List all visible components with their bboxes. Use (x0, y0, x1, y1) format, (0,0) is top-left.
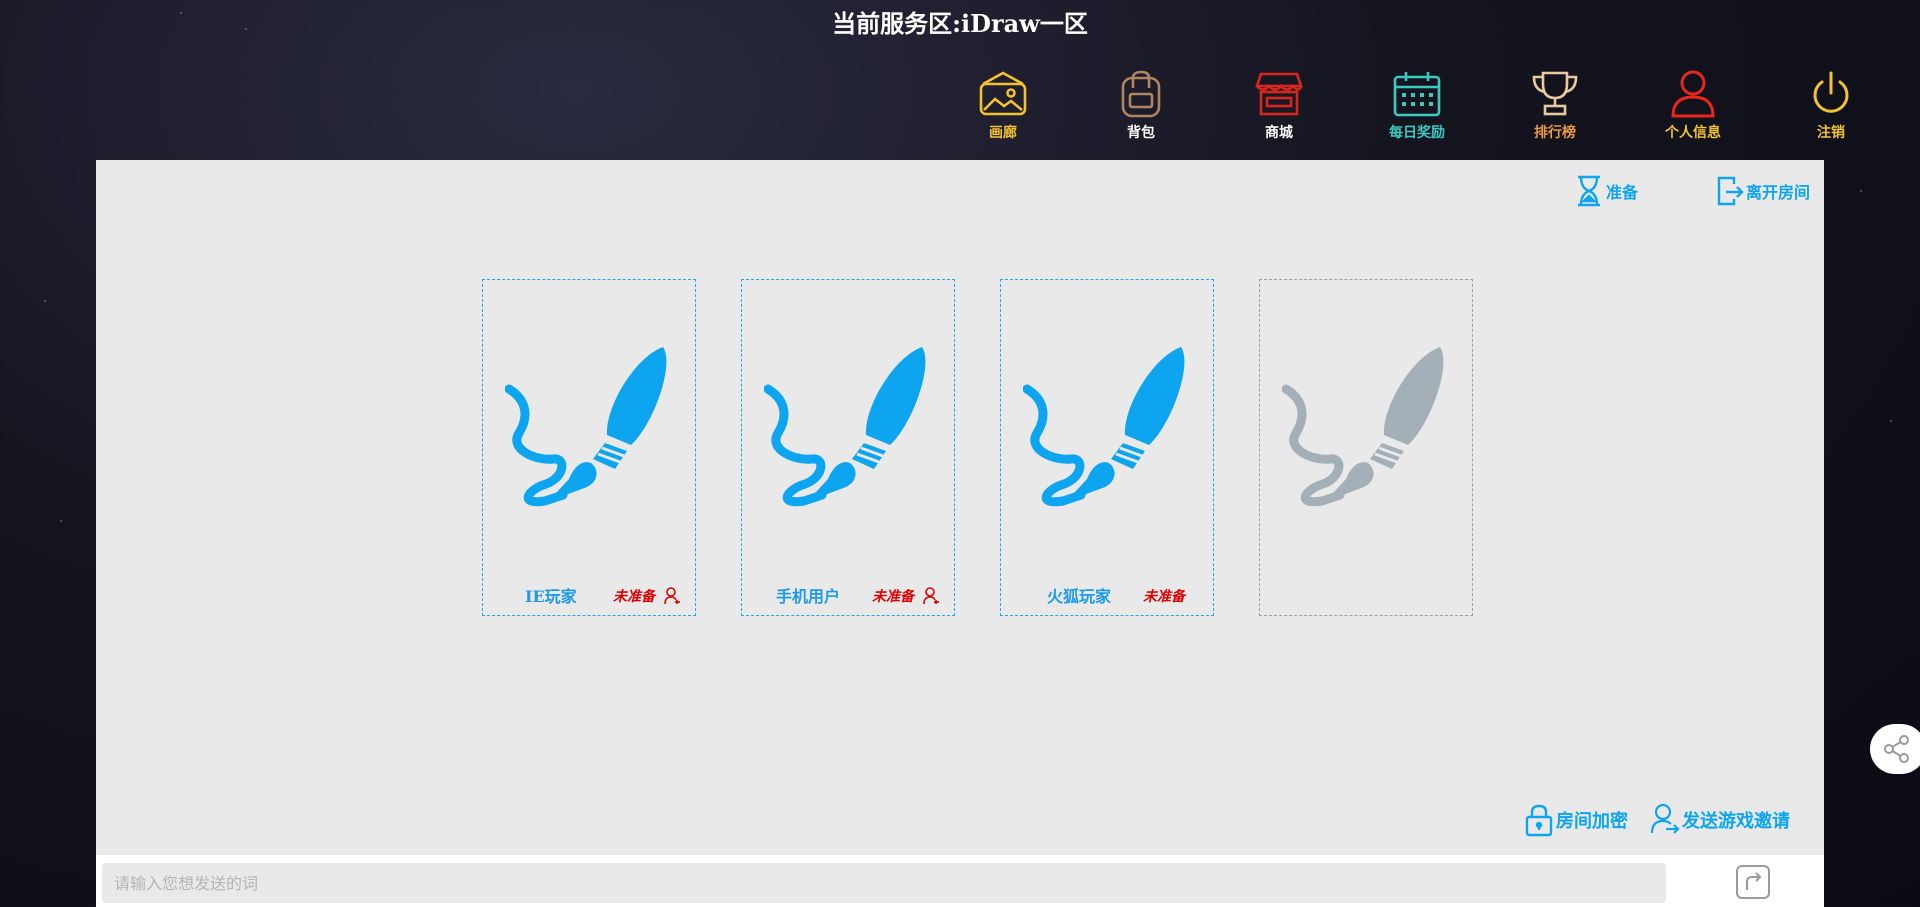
empty-seat[interactable] (1259, 279, 1473, 616)
ready-label: 准备 (1606, 183, 1639, 202)
send-arrow-icon (1746, 872, 1762, 890)
nav-backpack-label: 背包 (1127, 125, 1155, 141)
store-icon (1255, 72, 1303, 116)
user-icon (1671, 70, 1715, 118)
send-invite-button[interactable]: 发送游戏邀请 (1650, 802, 1790, 838)
paint-brush-icon (505, 347, 667, 507)
background-star (44, 300, 46, 302)
player-seat[interactable]: 手机用户 未准备 (741, 279, 955, 616)
player-seat[interactable]: IE玩家 未准备 (482, 279, 696, 616)
nav-logout[interactable]: 注销 (1786, 68, 1876, 142)
background-star (60, 520, 62, 522)
calendar-icon (1393, 72, 1441, 117)
trophy-icon (1532, 71, 1578, 116)
send-button[interactable] (1736, 865, 1770, 899)
chat-bar (96, 855, 1824, 907)
player-name: 手机用户 (776, 587, 841, 606)
gallery-icon (979, 71, 1027, 116)
nav-gallery[interactable]: 画廊 (958, 68, 1048, 142)
nav-store-label: 商城 (1265, 125, 1293, 141)
leave-room-label: 离开房间 (1746, 183, 1811, 202)
player-seat[interactable]: 火狐玩家 未准备 (1000, 279, 1214, 616)
nav-gallery-label: 画廊 (989, 125, 1017, 141)
add-friend-icon[interactable] (922, 587, 940, 605)
background-star (1890, 420, 1892, 422)
paint-brush-icon (764, 347, 926, 507)
ready-status: 未准备 (872, 589, 914, 605)
ready-status: 未准备 (1143, 589, 1185, 605)
background-star (1860, 190, 1862, 192)
backpack-icon (1121, 70, 1161, 118)
nav-profile-label: 个人信息 (1665, 125, 1721, 141)
chat-input[interactable] (102, 863, 1666, 903)
invite-user-icon (1650, 803, 1680, 834)
server-title: 当前服务区:iDraw一区 (832, 9, 1088, 38)
ready-status: 未准备 (613, 589, 655, 605)
ready-button[interactable]: 准备 (1574, 174, 1638, 208)
nav-daily-reward-label: 每日奖励 (1389, 125, 1445, 141)
add-friend-icon[interactable] (663, 587, 681, 605)
paint-brush-icon (1282, 347, 1444, 507)
room-lock-label: 房间加密 (1556, 811, 1628, 832)
send-invite-label: 发送游戏邀请 (1682, 811, 1790, 832)
player-name: 火狐玩家 (1047, 587, 1112, 606)
lock-icon (1525, 804, 1553, 837)
nav-store[interactable]: 商城 (1234, 68, 1324, 142)
paint-brush-icon (1023, 347, 1185, 507)
leave-room-button[interactable]: 离开房间 (1714, 174, 1810, 208)
nav-leaderboard[interactable]: 排行榜 (1510, 68, 1600, 142)
room-lock-button[interactable]: 房间加密 (1524, 802, 1628, 838)
power-icon (1813, 71, 1849, 113)
player-name: IE玩家 (525, 587, 577, 606)
nav-profile[interactable]: 个人信息 (1648, 68, 1738, 142)
exit-icon (1717, 176, 1744, 206)
hourglass-icon (1578, 175, 1600, 207)
nav-leaderboard-label: 排行榜 (1534, 125, 1576, 141)
nav-daily-reward[interactable]: 每日奖励 (1372, 68, 1462, 142)
share-icon (1884, 735, 1909, 763)
share-button[interactable] (1870, 724, 1920, 774)
nav-backpack[interactable]: 背包 (1096, 68, 1186, 142)
nav-logout-label: 注销 (1817, 125, 1845, 141)
game-room-panel: 准备 离开房间 IE玩家 未准备 手机用户 未准备 火狐玩家 未准备 房间加密 … (96, 160, 1824, 855)
